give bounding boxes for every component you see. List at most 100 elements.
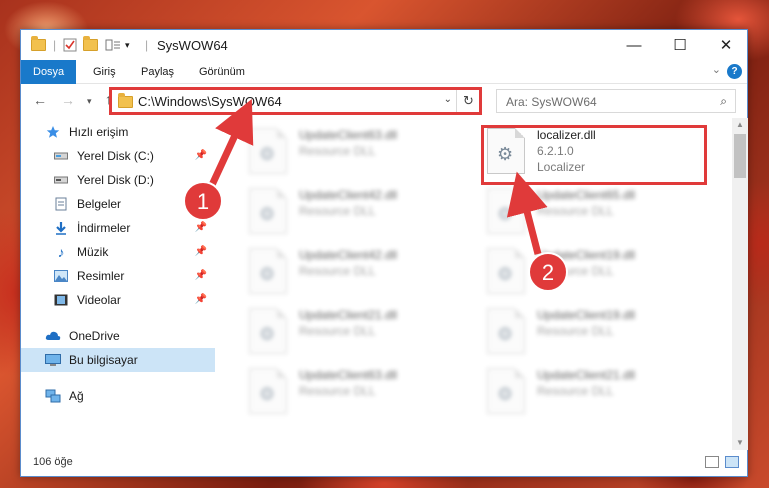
sidebar-item-downloads[interactable]: İndirmeler 📌 [21, 216, 215, 240]
cloud-icon [45, 329, 61, 343]
file-version: 6.2.1.0 [537, 144, 574, 158]
sidebar-item-label: Bu bilgisayar [69, 353, 138, 367]
file-item[interactable]: ⚙ UpdateClient19.dll Resource DLL [479, 242, 709, 298]
forward-button[interactable]: → [61, 92, 75, 108]
dll-file-icon: ⚙ [487, 128, 525, 174]
address-bar[interactable]: C:\Windows\SysWOW64 ⌄ ↻ [111, 89, 481, 113]
file-item[interactable]: ⚙ UpdateClient19.dll Resource DLL [479, 302, 709, 358]
video-icon [53, 293, 69, 307]
details-view-icon[interactable] [705, 456, 719, 468]
dll-file-icon: ⚙ [487, 368, 525, 414]
sidebar-item-label: Ağ [69, 389, 84, 403]
new-folder-icon[interactable] [83, 36, 98, 53]
navigation-pane: Hızlı erişim Yerel Disk (C:) 📌 Yerel Dis… [21, 118, 215, 450]
navigation-bar: ← → ▾ ↑ C:\Windows\SysWOW64 ⌄ ↻ Ara: Sys… [21, 84, 747, 118]
drive-icon [53, 173, 69, 187]
address-path: C:\Windows\SysWOW64 [138, 94, 282, 109]
refresh-icon[interactable]: ↻ [456, 90, 480, 112]
vertical-scrollbar[interactable]: ▲ ▼ [732, 118, 748, 450]
download-icon [53, 221, 69, 235]
sidebar-item-disk-c[interactable]: Yerel Disk (C:) 📌 [21, 144, 215, 168]
document-icon [53, 197, 69, 211]
dll-file-icon: ⚙ [249, 308, 287, 354]
drive-icon [53, 149, 69, 163]
file-item[interactable]: ⚙ UpdateClient63.dll Resource DLL [241, 362, 471, 418]
sidebar-item-documents[interactable]: Belgeler [21, 192, 215, 216]
pin-icon[interactable]: 📌 [195, 294, 207, 305]
sidebar-item-quick-access[interactable]: Hızlı erişim [21, 120, 215, 144]
scroll-up-icon[interactable]: ▲ [732, 118, 748, 132]
chevron-down-icon[interactable]: ⌄ [444, 94, 452, 105]
file-item[interactable]: ⚙ UpdateClient65.dll Resource DLL [479, 182, 709, 238]
scroll-down-icon[interactable]: ▼ [732, 436, 748, 450]
status-bar: 106 öğe [21, 450, 747, 476]
customize-icon[interactable] [105, 37, 121, 53]
pictures-icon [53, 269, 69, 283]
tiles-view-icon[interactable] [725, 456, 739, 468]
dll-file-icon: ⚙ [249, 128, 287, 174]
separator: | [53, 38, 57, 52]
minimize-button[interactable]: — [611, 30, 657, 60]
sidebar-item-music[interactable]: ♪ Müzik 📌 [21, 240, 215, 264]
back-button[interactable]: ← [33, 92, 47, 108]
file-item[interactable]: ⚙ UpdateClient63.dll Resource DLL [241, 122, 471, 178]
window-title: SysWOW64 [157, 38, 228, 53]
file-item[interactable]: ⚙ UpdateClient42.dll Resource DLL [241, 242, 471, 298]
folder-icon [31, 36, 46, 53]
file-item-localizer[interactable]: ⚙ localizer.dll 6.2.1.0 Localizer [479, 122, 709, 178]
scroll-thumb[interactable] [734, 134, 746, 178]
sidebar-item-this-pc[interactable]: Bu bilgisayar [21, 348, 215, 372]
ribbon-tabs: Dosya Giriş Paylaş Görünüm ⌄ ? [21, 60, 747, 84]
maximize-button[interactable]: ☐ [657, 30, 703, 60]
expand-ribbon-icon[interactable]: ⌄ [712, 63, 721, 76]
sidebar-item-label: Belgeler [77, 197, 122, 211]
sidebar-item-label: Müzik [77, 245, 109, 259]
pin-icon[interactable]: 📌 [195, 246, 207, 257]
recent-locations-icon[interactable]: ▾ [87, 96, 92, 107]
tab-dosya[interactable]: Dosya [21, 60, 76, 84]
dll-file-icon: ⚙ [487, 308, 525, 354]
sidebar-item-network[interactable]: Ağ [21, 384, 215, 408]
dll-file-icon: ⚙ [249, 248, 287, 294]
music-icon: ♪ [57, 244, 65, 260]
search-input[interactable]: Ara: SysWOW64 [506, 95, 597, 109]
file-description: Localizer [537, 160, 586, 174]
folder-icon [118, 93, 133, 108]
dll-file-icon: ⚙ [249, 188, 287, 234]
sidebar-item-disk-d[interactable]: Yerel Disk (D:) [21, 168, 215, 192]
search-icon[interactable]: ⌕ [720, 94, 727, 109]
sidebar-item-label: Hızlı erişim [69, 125, 129, 139]
tab-giris[interactable]: Giriş [81, 60, 128, 84]
sidebar-item-label: İndirmeler [77, 221, 131, 235]
sidebar-item-label: Yerel Disk (C:) [77, 149, 154, 163]
tab-paylas[interactable]: Paylaş [129, 60, 186, 84]
file-list: ⚙ UpdateClient63.dll Resource DLL ⚙ Upda… [217, 118, 731, 448]
network-icon [45, 389, 61, 403]
pin-icon[interactable]: 📌 [195, 222, 207, 233]
computer-icon [45, 353, 61, 367]
item-count: 106 öğe [33, 456, 73, 468]
separator: | [145, 38, 149, 52]
sidebar-item-label: Yerel Disk (D:) [77, 173, 154, 187]
search-box[interactable]: Ara: SysWOW64 ⌕ [496, 89, 736, 113]
sidebar-item-label: Videolar [77, 293, 121, 307]
file-name: localizer.dll [537, 128, 596, 142]
sidebar-item-pictures[interactable]: Resimler 📌 [21, 264, 215, 288]
help-icon[interactable]: ? [727, 64, 742, 79]
close-button[interactable]: ✕ [703, 30, 749, 60]
dll-file-icon: ⚙ [249, 368, 287, 414]
explorer-window: | ▾ | SysWOW64 — ☐ ✕ Dosya Giriş Paylaş … [20, 29, 748, 477]
file-item[interactable]: ⚙ UpdateClient21.dll Resource DLL [241, 302, 471, 358]
pin-icon[interactable]: 📌 [195, 270, 207, 281]
sidebar-item-label: OneDrive [69, 329, 120, 343]
file-item[interactable]: ⚙ UpdateClient21.dll Resource DLL [479, 362, 709, 418]
file-item[interactable]: ⚙ UpdateClient42.dll Resource DLL [241, 182, 471, 238]
dropdown-icon[interactable]: ▾ [125, 37, 130, 53]
sidebar-item-videos[interactable]: Videolar 📌 [21, 288, 215, 312]
sidebar-item-onedrive[interactable]: OneDrive [21, 324, 215, 348]
pin-icon[interactable]: 📌 [195, 150, 207, 161]
sidebar-item-label: Resimler [77, 269, 125, 283]
tab-gorunum[interactable]: Görünüm [187, 60, 257, 84]
star-icon [45, 125, 61, 139]
properties-icon[interactable] [63, 37, 77, 53]
